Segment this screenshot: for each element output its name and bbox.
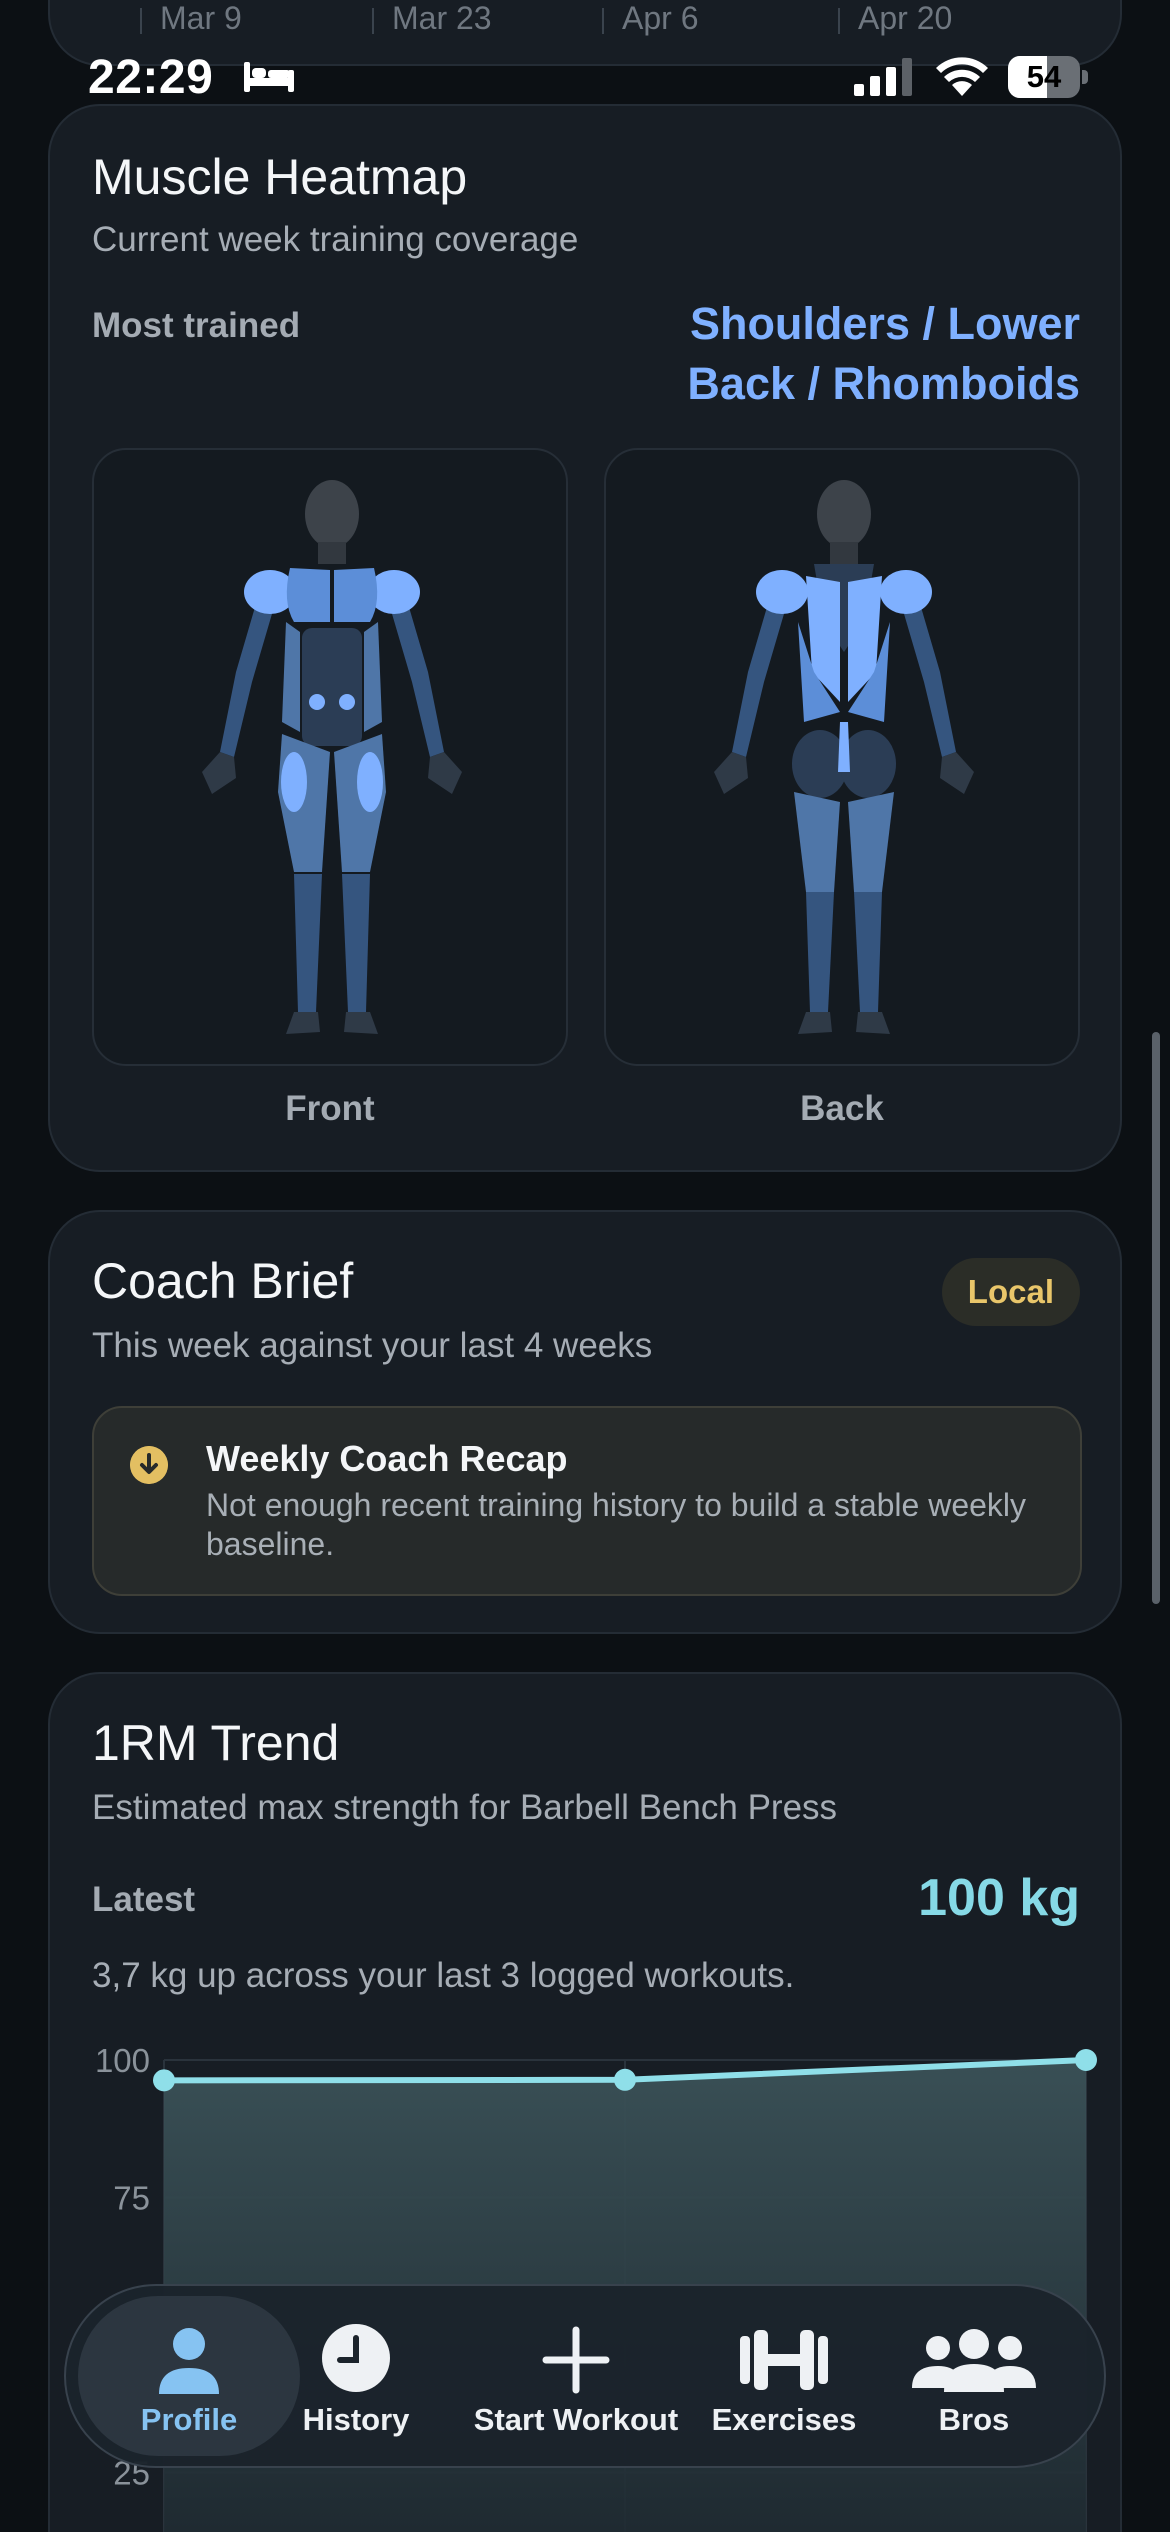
most-trained-label: Most trained: [92, 306, 301, 345]
tab-history[interactable]: History: [256, 2296, 456, 2456]
tab-start-workout[interactable]: Start Workout: [466, 2296, 686, 2456]
coach-brief-card: Coach Brief This week against your last …: [48, 1210, 1122, 1634]
tab-exercises[interactable]: Exercises: [684, 2296, 884, 2456]
weekly-recap-box[interactable]: Weekly Coach Recap Not enough recent tra…: [92, 1406, 1082, 1596]
scrollbar[interactable]: [1152, 1032, 1160, 1604]
tab-label: Exercises: [711, 2402, 857, 2437]
front-label: Front: [285, 1089, 375, 1128]
y-tick-label: 75: [113, 2180, 150, 2217]
x-tick-label: Apr 6: [602, 0, 698, 37]
plus-icon: [542, 2326, 610, 2394]
y-tick-label: 100: [95, 2042, 150, 2079]
muscle-heatmap-card: Muscle Heatmap Current week training cov…: [48, 104, 1122, 1172]
latest-value: 100 kg: [918, 1869, 1080, 1927]
x-tick-label: Apr 20: [838, 0, 952, 37]
status-time: 22:29: [88, 51, 214, 104]
arrow-down-circle-icon: [130, 1446, 168, 1484]
bed-icon: [244, 62, 294, 92]
people-icon: [912, 2329, 1036, 2392]
card-subtitle: This week against your last 4 weeks: [92, 1326, 653, 1365]
card-subtitle: Estimated max strength for Barbell Bench…: [92, 1788, 838, 1827]
clock-icon: [322, 2324, 390, 2392]
recap-text: Not enough recent training history to bu…: [206, 1487, 1027, 1562]
tab-label: Start Workout: [473, 2402, 679, 2437]
dumbbell-icon: [740, 2330, 828, 2390]
card-title: Muscle Heatmap: [92, 149, 468, 205]
local-badge: Local: [941, 1258, 1080, 1326]
wifi-icon: [936, 57, 988, 96]
battery-icon: 54: [1008, 56, 1088, 98]
recap-title: Weekly Coach Recap: [206, 1438, 568, 1479]
tab-label: History: [302, 2402, 410, 2437]
card-title: Coach Brief: [92, 1253, 354, 1309]
x-tick-label: Mar 23: [372, 0, 492, 37]
front-body-panel[interactable]: [92, 448, 568, 1066]
x-tick-label: Mar 9: [140, 0, 242, 37]
trend-summary: 3,7 kg up across your last 3 logged work…: [92, 1956, 795, 1995]
data-point[interactable]: [614, 2068, 636, 2091]
tab-bros[interactable]: Bros: [874, 2296, 1074, 2456]
latest-label: Latest: [92, 1880, 196, 1919]
back-body-panel[interactable]: [604, 448, 1080, 1066]
tab-label: Bros: [938, 2402, 1010, 2437]
status-bar: 22:29 54: [0, 44, 1170, 112]
card-title: 1RM Trend: [92, 1715, 340, 1771]
card-subtitle: Current week training coverage: [92, 220, 579, 259]
most-trained-value: Shoulders / Lower Back / Rhomboids: [687, 298, 1080, 409]
data-point[interactable]: [1075, 2049, 1097, 2071]
back-body-figure: [714, 480, 974, 1034]
front-body-figure: [202, 480, 462, 1034]
cellular-signal-icon: [854, 58, 912, 96]
data-point[interactable]: [153, 2069, 175, 2092]
back-label: Back: [800, 1089, 884, 1128]
tab-bar: Profile History Start Workout Exercises: [64, 2284, 1106, 2468]
battery-level: 54: [1026, 59, 1062, 94]
